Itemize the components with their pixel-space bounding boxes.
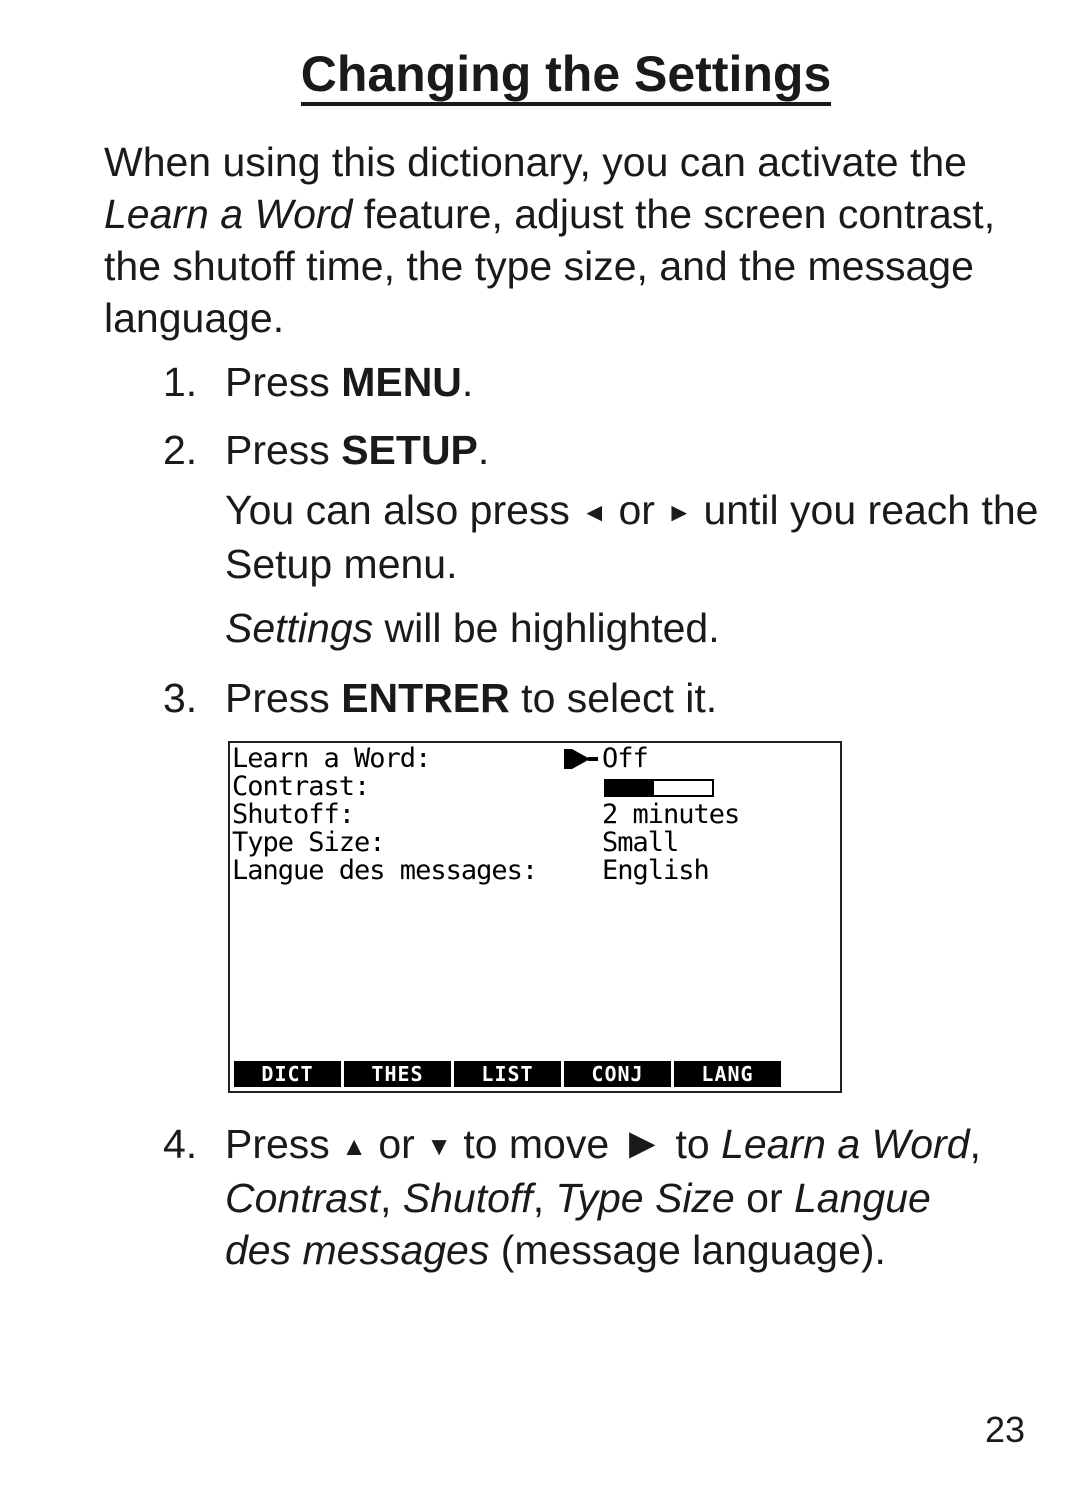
separator: , (532, 1175, 556, 1221)
menu-item-name: Settings (225, 605, 374, 651)
option-learn-a-word: Learn a Word (721, 1121, 970, 1167)
setting-value-message-language[interactable]: English (602, 857, 710, 885)
softkey-list[interactable]: LIST (454, 1061, 561, 1087)
key-name: SETUP (341, 427, 478, 473)
step-text: (message language). (489, 1227, 886, 1273)
step-2-note: You can also press ◄ or ► until you reac… (225, 484, 1045, 590)
step-number: 1. (163, 359, 198, 405)
key-name: ENTRER (341, 675, 510, 721)
contrast-bar[interactable] (604, 779, 714, 797)
page-title: Changing the Settings (0, 42, 1080, 106)
page-title-text: Changing the Settings (300, 46, 832, 106)
setting-label-shutoff: Shutoff: (232, 799, 355, 830)
setting-label-contrast: Contrast: (232, 771, 370, 802)
step-text: Press (225, 427, 342, 473)
setting-value-type-size[interactable]: Small (602, 829, 679, 857)
setting-label-type-size: Type Size: (232, 827, 386, 858)
feature-name: Learn a Word (104, 191, 353, 237)
pointer-icon: ► (620, 1119, 665, 1168)
step-4-text: Press ▲ or ▼ to move ► to Learn a Word, … (225, 1118, 985, 1276)
down-arrow-icon: ▼ (426, 1131, 452, 1161)
setting-value-learn-a-word[interactable]: Off (602, 745, 649, 773)
separator: , (969, 1121, 981, 1167)
setting-label-learn-a-word: Learn a Word: (232, 743, 431, 774)
step-number: 3. (163, 675, 198, 721)
step-number: 2. (163, 427, 198, 473)
option-type-size: Type Size (555, 1175, 735, 1221)
page-number: 23 (985, 1409, 1026, 1450)
softkey-lang[interactable]: LANG (674, 1061, 781, 1087)
note-text: You can also press (225, 487, 582, 533)
step-text: . (461, 359, 474, 405)
setting-label-message-language: Langue des messages: (232, 855, 538, 886)
right-arrow-icon: ► (666, 497, 693, 527)
intro-paragraph: When using this dictionary, you can acti… (104, 136, 1044, 344)
step-2-highlight-note: Settings will be highlighted. (225, 602, 1045, 654)
step-text: Press (225, 1121, 342, 1167)
step-text: Press (225, 359, 342, 405)
option-contrast: Contrast (225, 1175, 380, 1221)
note-text: will be highlighted. (373, 605, 720, 651)
up-arrow-icon: ▲ (341, 1131, 367, 1161)
step-text: or (366, 1121, 427, 1167)
option-shutoff: Shutoff (402, 1175, 533, 1221)
softkey-conj[interactable]: CONJ (564, 1061, 671, 1087)
step-text: to (664, 1121, 722, 1167)
left-arrow-icon: ◄ (581, 497, 608, 527)
key-name: MENU (341, 359, 462, 405)
step-number: 4. (163, 1121, 198, 1167)
selection-pointer-icon (564, 749, 598, 769)
intro-text: When using this dictionary, you can acti… (104, 139, 967, 185)
softkey-dict[interactable]: DICT (234, 1061, 341, 1087)
separator: , (379, 1175, 403, 1221)
step-text: Press (225, 675, 342, 721)
note-text: or (607, 487, 667, 533)
contrast-bar-fill (606, 781, 654, 795)
device-screen: Learn a Word: Off Contrast: Shutoff: 2 m… (228, 741, 842, 1093)
step-text: to move (451, 1121, 621, 1167)
step-text: to select it. (509, 675, 718, 721)
setting-value-shutoff[interactable]: 2 minutes (602, 801, 740, 829)
step-text: or (734, 1175, 794, 1221)
softkey-bar: DICT THES LIST CONJ LANG (234, 1061, 781, 1087)
step-text: . (477, 427, 490, 473)
softkey-thes[interactable]: THES (344, 1061, 451, 1087)
